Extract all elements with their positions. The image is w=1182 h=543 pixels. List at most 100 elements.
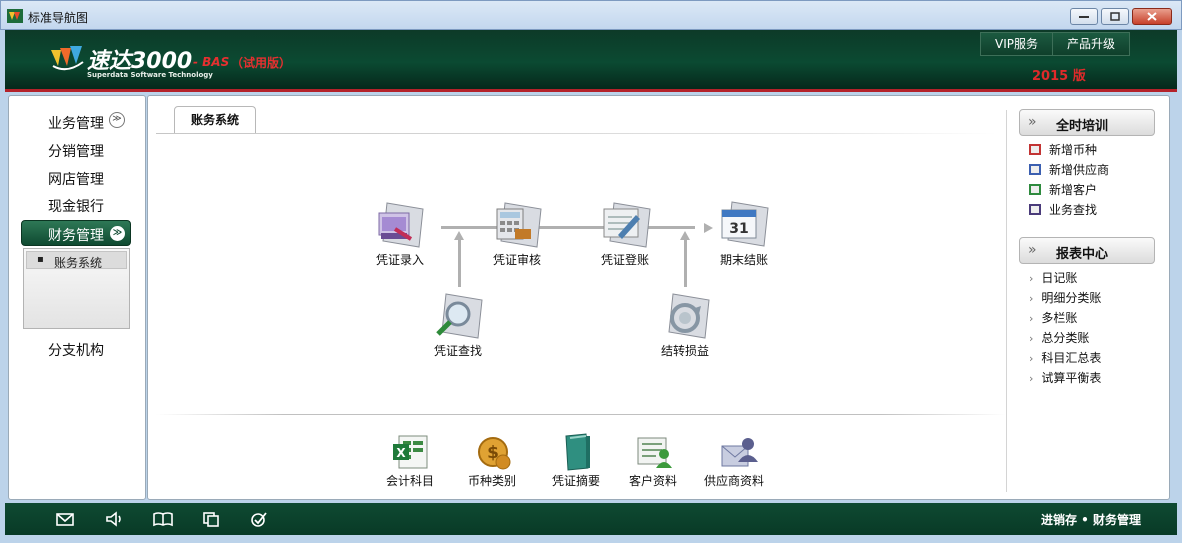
bullet-icon: ▪ — [37, 254, 44, 265]
status-bar: 进销存 • 财务管理 — [5, 503, 1177, 535]
calendar-day: 31 — [729, 221, 748, 237]
training-item-customer[interactable]: 新增客户 — [1029, 181, 1097, 198]
flow-line-profit — [684, 236, 687, 287]
flow-arrow-up-icon — [680, 231, 690, 240]
tab-accounting-system[interactable]: 账务系统 — [174, 106, 257, 134]
carry-forward-icon[interactable] — [659, 290, 715, 344]
report-item-trial-balance[interactable]: › 试算平衡表 — [1029, 369, 1101, 386]
edition-label: - BAS — [193, 55, 230, 69]
minimize-button[interactable] — [1070, 8, 1098, 25]
training-item-search[interactable]: 业务查找 — [1029, 201, 1097, 218]
training-item-label: 新增币种 — [1049, 143, 1098, 157]
voucher-audit-icon[interactable] — [491, 199, 547, 253]
flow-line-main — [441, 226, 695, 229]
supplier-data-label[interactable]: 供应商资料 — [704, 472, 764, 489]
chevron-right-icon: › — [1029, 332, 1034, 345]
report-item-account-summary[interactable]: › 科目汇总表 — [1029, 349, 1101, 366]
window-title: 标准导航图 — [28, 11, 89, 25]
logo-subtitle: Superdata Software Technology — [87, 71, 213, 79]
app-icon — [7, 9, 23, 23]
report-item-general-ledger[interactable]: › 总分类账 — [1029, 329, 1089, 346]
sidebar-item-cash-bank[interactable]: 现金银行 — [48, 196, 104, 216]
report-item-journal[interactable]: › 日记账 — [1029, 269, 1077, 286]
report-item-label: 明细分类账 — [1041, 291, 1102, 305]
double-chevron-right-icon: » — [1028, 242, 1037, 258]
chart-of-accounts-label[interactable]: 会计科目 — [386, 472, 434, 489]
report-item-label: 科目汇总表 — [1041, 351, 1102, 365]
report-item-multicolumn[interactable]: › 多栏账 — [1029, 309, 1077, 326]
sidebar: 业务管理 ≫ 分销管理 网店管理 现金银行 财务管理 ≫ ▪ 账务系统 分支机构 — [8, 95, 146, 500]
flow-arrow-up-icon — [454, 231, 464, 240]
chevron-right-icon: › — [1029, 372, 1034, 385]
double-chevron-right-icon: » — [1028, 114, 1037, 130]
logo-mark-icon — [51, 46, 84, 71]
sidebar-item-online-store[interactable]: 网店管理 — [48, 169, 104, 189]
sidebar-item-branch[interactable]: 分支机构 — [48, 340, 104, 360]
submenu-item-accounting[interactable]: ▪ 账务系统 — [26, 251, 127, 270]
finance-submenu: ▪ 账务系统 — [23, 248, 130, 329]
supplier-data-icon[interactable] — [718, 432, 762, 472]
product-upgrade-link[interactable]: 产品升级 — [1053, 32, 1131, 56]
sidebar-item-distribution[interactable]: 分销管理 — [48, 141, 104, 161]
voucher-summary-icon[interactable] — [556, 432, 600, 472]
close-icon — [1147, 12, 1157, 21]
windows-icon[interactable] — [201, 510, 221, 528]
minimize-icon — [1079, 15, 1089, 18]
report-panel-header[interactable]: » 报表中心 — [1019, 237, 1155, 264]
chevron-right-icon: › — [1029, 272, 1034, 285]
sidebar-item-finance[interactable]: 财务管理 ≫ — [21, 220, 131, 246]
window-titlebar[interactable]: 标准导航图 — [0, 0, 1182, 30]
voucher-entry-label[interactable]: 凭证录入 — [376, 251, 424, 268]
mail-icon[interactable] — [55, 510, 75, 528]
training-item-label: 业务查找 — [1049, 203, 1098, 217]
training-item-currency[interactable]: 新增币种 — [1029, 141, 1097, 158]
app-header: 速达3000 Superdata Software Technology - B… — [5, 30, 1177, 92]
status-text: 进销存 • 财务管理 — [1040, 513, 1141, 527]
calendar-icon[interactable]: 31 — [718, 198, 774, 252]
vip-service-link[interactable]: VIP服务 — [980, 32, 1053, 56]
voucher-summary-label[interactable]: 凭证摘要 — [552, 472, 600, 489]
report-item-label: 试算平衡表 — [1041, 371, 1102, 385]
customer-data-label[interactable]: 客户资料 — [629, 472, 677, 489]
chart-of-accounts-icon[interactable]: X — [389, 432, 433, 472]
customer-data-icon[interactable] — [632, 432, 676, 472]
book-icon — [1029, 184, 1041, 195]
training-item-supplier[interactable]: 新增供应商 — [1029, 161, 1109, 178]
period-end-label[interactable]: 期末结账 — [720, 251, 768, 268]
training-item-label: 新增供应商 — [1049, 163, 1110, 177]
training-panel-title: 全时培训 — [1056, 119, 1109, 134]
chevron-right-icon: › — [1029, 352, 1034, 365]
chevron-right-icon: › — [1029, 312, 1034, 325]
sidebar-item-business[interactable]: 业务管理 — [48, 113, 104, 133]
trial-label: （试用版） — [231, 56, 292, 70]
carry-forward-label[interactable]: 结转损益 — [661, 342, 709, 359]
book-icon — [1029, 144, 1041, 155]
currency-type-icon[interactable]: $ — [471, 432, 515, 472]
report-item-label: 总分类账 — [1041, 331, 1090, 345]
voucher-audit-label[interactable]: 凭证审核 — [493, 251, 541, 268]
voucher-entry-icon[interactable] — [373, 199, 429, 253]
report-item-label: 日记账 — [1041, 271, 1078, 285]
speaker-icon[interactable] — [104, 510, 124, 528]
currency-type-label[interactable]: 币种类别 — [468, 472, 516, 489]
voucher-search-icon[interactable] — [432, 290, 488, 344]
check-circle-icon[interactable] — [249, 510, 269, 528]
voucher-search-label[interactable]: 凭证查找 — [434, 342, 482, 359]
main-panel: 账务系统 凭证录入 凭证审核 凭证登账 31 期末结账 凭证查找 结转损益 X … — [147, 95, 1170, 500]
submenu-item-label: 账务系统 — [54, 256, 103, 270]
tab-underline — [156, 133, 996, 134]
training-panel-header[interactable]: » 全时培训 — [1019, 109, 1155, 136]
voucher-posting-icon[interactable] — [600, 199, 656, 253]
voucher-posting-label[interactable]: 凭证登账 — [601, 251, 649, 268]
maximize-button[interactable] — [1101, 8, 1129, 25]
chevron-right-icon: › — [1029, 292, 1034, 305]
report-item-label: 多栏账 — [1041, 311, 1078, 325]
training-item-label: 新增客户 — [1049, 183, 1098, 197]
report-item-subsidiary-ledger[interactable]: › 明细分类账 — [1029, 289, 1101, 306]
close-button[interactable] — [1132, 8, 1172, 25]
report-panel-title: 报表中心 — [1056, 247, 1109, 262]
version-year: 2015 版 — [1032, 69, 1086, 84]
book-open-icon[interactable] — [153, 510, 173, 528]
expand-down-icon[interactable]: ≫ — [109, 112, 125, 128]
collapse-icon[interactable]: ≫ — [110, 226, 125, 241]
